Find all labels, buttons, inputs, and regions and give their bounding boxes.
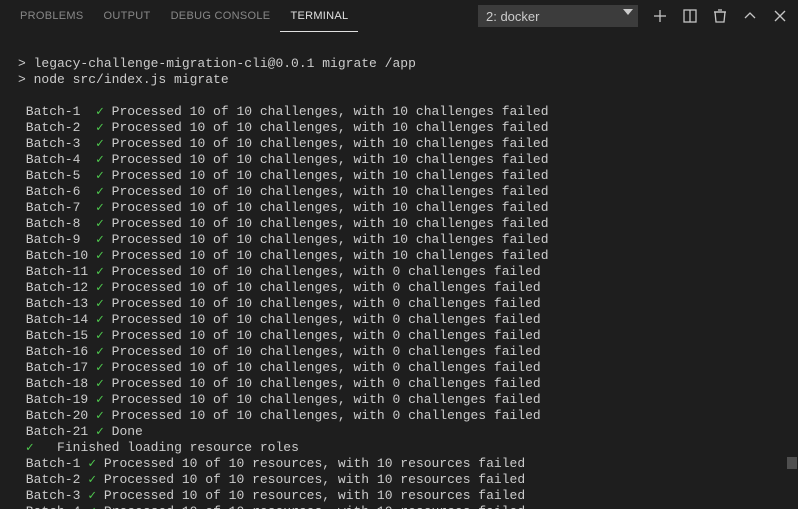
tab-debug-console[interactable]: DEBUG CONSOLE [161, 0, 281, 32]
split-terminal-icon[interactable] [682, 8, 698, 24]
tabs-left: PROBLEMS OUTPUT DEBUG CONSOLE TERMINAL [10, 0, 358, 32]
close-panel-icon[interactable] [772, 8, 788, 24]
collapse-panel-icon[interactable] [742, 8, 758, 24]
tab-terminal[interactable]: TERMINAL [280, 0, 358, 32]
panel-tabs: PROBLEMS OUTPUT DEBUG CONSOLE TERMINAL 2… [0, 0, 798, 32]
chevron-down-icon [623, 9, 633, 15]
new-terminal-icon[interactable] [652, 8, 668, 24]
terminal-output[interactable]: > legacy-challenge-migration-cli@0.0.1 m… [0, 32, 798, 509]
kill-terminal-icon[interactable] [712, 8, 728, 24]
terminal-select[interactable]: 2: docker [478, 5, 638, 27]
terminal-actions [652, 8, 788, 24]
tab-problems[interactable]: PROBLEMS [10, 0, 94, 32]
terminal-select-label: 2: docker [486, 9, 539, 24]
tab-output[interactable]: OUTPUT [94, 0, 161, 32]
scrollbar-thumb[interactable] [787, 457, 797, 469]
